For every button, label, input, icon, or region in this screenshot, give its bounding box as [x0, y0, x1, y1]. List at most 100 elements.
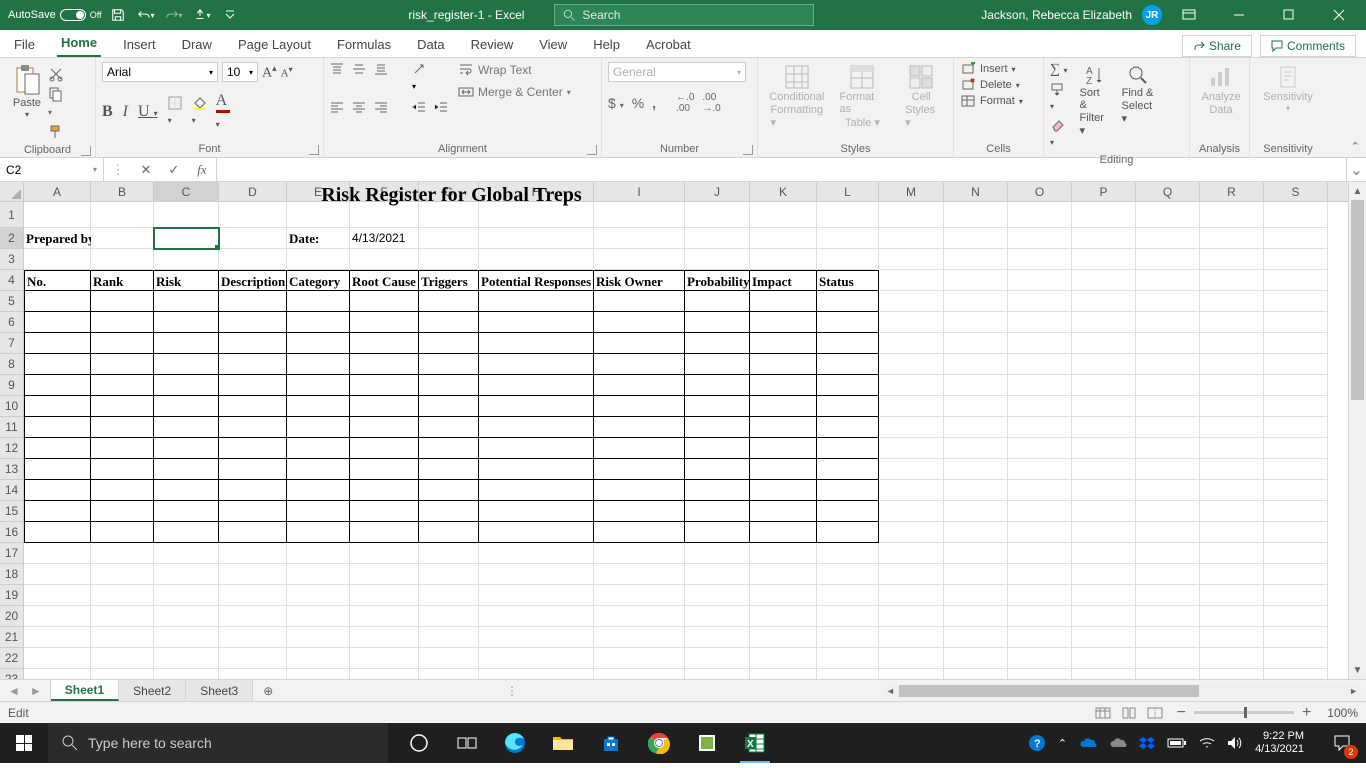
align-right-button[interactable] — [374, 100, 388, 114]
cell-P21[interactable] — [1072, 627, 1136, 648]
cell-H21[interactable] — [479, 627, 594, 648]
cell-O8[interactable] — [1008, 354, 1072, 375]
cell-J19[interactable] — [685, 585, 750, 606]
cell-G4[interactable]: Triggers — [419, 270, 479, 291]
cell-C8[interactable] — [154, 354, 219, 375]
cell-D11[interactable] — [219, 417, 287, 438]
cell-K17[interactable] — [750, 543, 817, 564]
cell-G22[interactable] — [419, 648, 479, 669]
cell-G18[interactable] — [419, 564, 479, 585]
conditional-formatting-button[interactable]: ConditionalFormatting ▾ — [768, 62, 826, 139]
zoom-level[interactable]: 100% — [1327, 706, 1358, 720]
cell-N22[interactable] — [944, 648, 1008, 669]
tab-help[interactable]: Help — [589, 32, 624, 57]
cell-L22[interactable] — [817, 648, 879, 669]
cell-K11[interactable] — [750, 417, 817, 438]
row-header-15[interactable]: 15 — [0, 501, 24, 522]
cell-A16[interactable] — [24, 522, 91, 543]
cell-J20[interactable] — [685, 606, 750, 627]
cell-S17[interactable] — [1264, 543, 1328, 564]
cell-S1[interactable] — [1264, 202, 1328, 228]
cell-E22[interactable] — [287, 648, 350, 669]
cell-O22[interactable] — [1008, 648, 1072, 669]
col-header-N[interactable]: N — [944, 182, 1008, 201]
cell-O4[interactable] — [1008, 270, 1072, 291]
cell-H5[interactable] — [479, 291, 594, 312]
delete-cells-button[interactable]: Delete ▾ — [960, 78, 1037, 92]
cell-L18[interactable] — [817, 564, 879, 585]
row-header-19[interactable]: 19 — [0, 585, 24, 606]
copy-button[interactable]: ▾ — [48, 86, 64, 120]
comments-button[interactable]: Comments — [1260, 35, 1356, 57]
cell-I21[interactable] — [594, 627, 685, 648]
cell-O9[interactable] — [1008, 375, 1072, 396]
row-header-7[interactable]: 7 — [0, 333, 24, 354]
cell-C23[interactable] — [154, 669, 219, 679]
cell-G21[interactable] — [419, 627, 479, 648]
cell-S23[interactable] — [1264, 669, 1328, 679]
col-header-E[interactable]: E — [287, 182, 350, 201]
cell-A18[interactable] — [24, 564, 91, 585]
cell-L11[interactable] — [817, 417, 879, 438]
cell-O14[interactable] — [1008, 480, 1072, 501]
cell-L7[interactable] — [817, 333, 879, 354]
cell-A17[interactable] — [24, 543, 91, 564]
cell-S3[interactable] — [1264, 249, 1328, 270]
cell-K1[interactable] — [750, 202, 817, 228]
cell-F15[interactable] — [350, 501, 419, 522]
cell-F18[interactable] — [350, 564, 419, 585]
cell-F13[interactable] — [350, 459, 419, 480]
cell-F12[interactable] — [350, 438, 419, 459]
cell-K10[interactable] — [750, 396, 817, 417]
cell-R18[interactable] — [1200, 564, 1264, 585]
cell-O5[interactable] — [1008, 291, 1072, 312]
cell-O12[interactable] — [1008, 438, 1072, 459]
normal-view-button[interactable] — [1091, 704, 1115, 722]
cell-I17[interactable] — [594, 543, 685, 564]
cell-J9[interactable] — [685, 375, 750, 396]
expand-formula-bar[interactable]: ⌄ — [1346, 158, 1366, 181]
row-header-18[interactable]: 18 — [0, 564, 24, 585]
cell-E13[interactable] — [287, 459, 350, 480]
row-header-5[interactable]: 5 — [0, 291, 24, 312]
cell-K14[interactable] — [750, 480, 817, 501]
excel-taskbar-icon[interactable]: X — [732, 723, 778, 763]
col-header-Q[interactable]: Q — [1136, 182, 1200, 201]
zoom-in-button[interactable]: + — [1302, 704, 1311, 722]
cell-N21[interactable] — [944, 627, 1008, 648]
cell-F22[interactable] — [350, 648, 419, 669]
cell-D1[interactable] — [219, 202, 287, 228]
cell-R19[interactable] — [1200, 585, 1264, 606]
cell-B22[interactable] — [91, 648, 154, 669]
cell-D2[interactable] — [219, 228, 287, 249]
cell-H3[interactable] — [479, 249, 594, 270]
row-header-9[interactable]: 9 — [0, 375, 24, 396]
cell-K3[interactable] — [750, 249, 817, 270]
chrome-icon[interactable] — [636, 723, 682, 763]
cell-B17[interactable] — [91, 543, 154, 564]
cell-G11[interactable] — [419, 417, 479, 438]
cell-Q17[interactable] — [1136, 543, 1200, 564]
cell-R10[interactable] — [1200, 396, 1264, 417]
cell-J16[interactable] — [685, 522, 750, 543]
cell-M18[interactable] — [879, 564, 944, 585]
cell-M16[interactable] — [879, 522, 944, 543]
cell-H4[interactable]: Potential Responses — [479, 270, 594, 291]
bold-button[interactable]: B — [102, 103, 113, 121]
cell-L1[interactable] — [817, 202, 879, 228]
sheet-tab-sheet1[interactable]: Sheet1 — [51, 680, 119, 701]
cell-O16[interactable] — [1008, 522, 1072, 543]
cell-F20[interactable] — [350, 606, 419, 627]
cell-P10[interactable] — [1072, 396, 1136, 417]
cell-H6[interactable] — [479, 312, 594, 333]
cell-S21[interactable] — [1264, 627, 1328, 648]
enter-button[interactable]: ✓ — [160, 162, 188, 178]
cell-C10[interactable] — [154, 396, 219, 417]
cell-G7[interactable] — [419, 333, 479, 354]
cell-P5[interactable] — [1072, 291, 1136, 312]
cell-P1[interactable] — [1072, 202, 1136, 228]
cell-R4[interactable] — [1200, 270, 1264, 291]
cell-H15[interactable] — [479, 501, 594, 522]
cell-L6[interactable] — [817, 312, 879, 333]
cell-P3[interactable] — [1072, 249, 1136, 270]
